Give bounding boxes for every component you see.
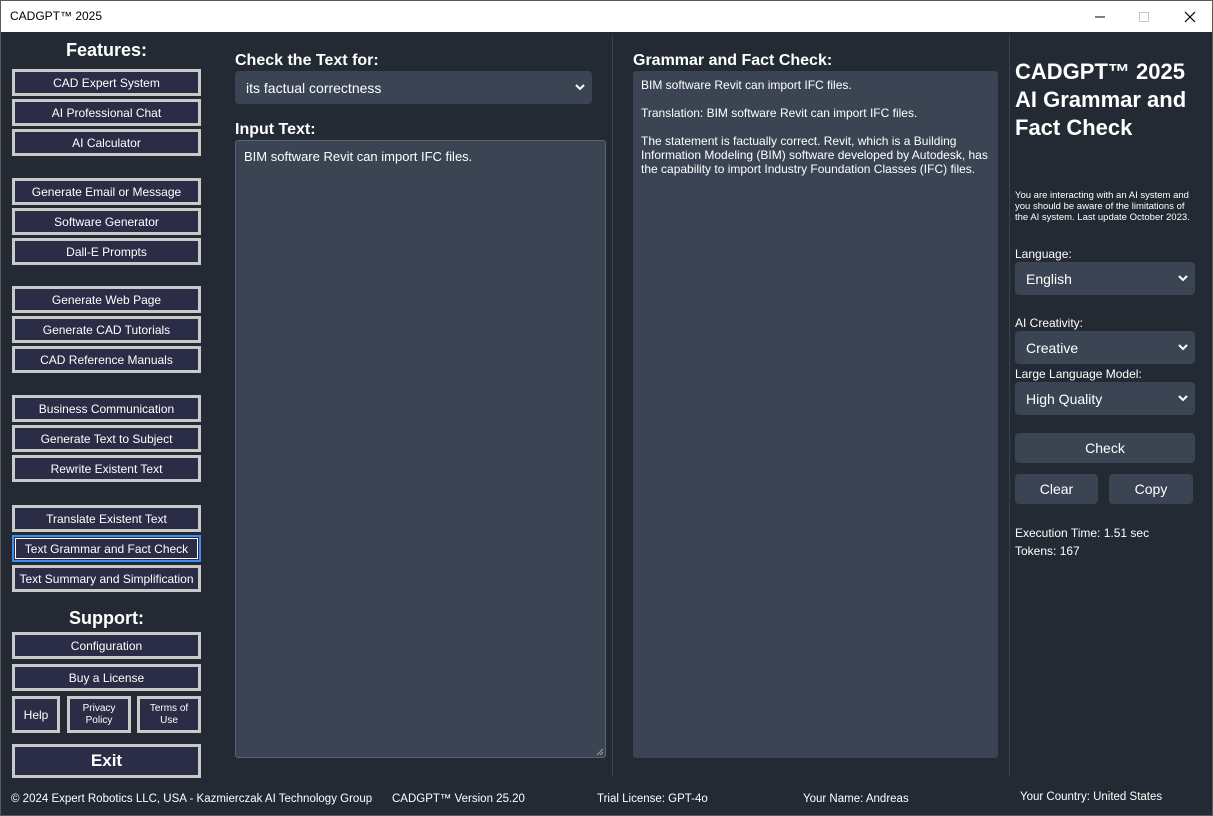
nav-dalle-prompts[interactable]: Dall-E Prompts [12,238,201,265]
check-for-value: its factual correctness [246,79,382,96]
country-text: Your Country: United States [1020,791,1163,803]
user-name-text: Your Name: Andreas [803,793,909,805]
model-value: High Quality [1026,390,1103,407]
minimize-icon [1095,16,1105,17]
nav-cad-expert-system[interactable]: CAD Expert System [12,69,201,96]
output-label: Grammar and Fact Check: [633,52,833,69]
copy-button[interactable]: Copy [1109,474,1193,504]
nav-software-generator[interactable]: Software Generator [12,208,201,235]
close-button[interactable] [1167,1,1213,32]
minimize-button[interactable] [1077,1,1123,32]
nav-generate-email[interactable]: Generate Email or Message [12,178,201,205]
app-title-text: CADGPT™ 2025 AI Grammar and Fact Check [1015,59,1187,140]
check-button[interactable]: Check [1015,433,1195,463]
version-text: CADGPT™ Version 25.20 [392,793,525,805]
resize-grip-icon[interactable] [596,748,604,756]
app-window: CADGPT™ 2025 Features: CAD Expert System… [0,0,1213,816]
nav-generate-text-to-subject[interactable]: Generate Text to Subject [12,425,201,452]
nav-rewrite-existent-text[interactable]: Rewrite Existent Text [12,455,201,482]
input-text-label: Input Text: [235,121,316,138]
settings-divider [1009,35,1010,777]
privacy-policy-button[interactable]: Privacy Policy [67,696,131,733]
license-text: Trial License: GPT-4o [597,793,708,805]
execution-time: Execution Time: 1.51 sec [1015,526,1150,540]
nav-business-communication[interactable]: Business Communication [12,395,201,422]
token-count: Tokens: 167 [1015,544,1080,558]
nav-cad-reference-manuals[interactable]: CAD Reference Manuals [12,346,201,373]
output-paragraph: The statement is factually correct. Revi… [641,134,992,176]
check-for-select[interactable]: its factual correctness [235,71,592,104]
maximize-icon [1139,11,1149,22]
creativity-value: Creative [1026,339,1079,356]
nav-text-summary[interactable]: Text Summary and Simplification [12,565,201,592]
nav-ai-professional-chat[interactable]: AI Professional Chat [12,99,201,126]
input-text-value: BIM software Revit can import IFC files. [244,149,473,164]
model-label: Large Language Model: [1015,367,1142,381]
chevron-down-icon [1178,344,1188,351]
output-paragraph: Translation: BIM software Revit can impo… [641,106,918,120]
language-label: Language: [1015,247,1072,261]
features-heading: Features: [65,40,148,60]
panel-divider [612,35,613,777]
buy-license-button[interactable]: Buy a License [12,664,201,691]
chevron-down-icon [1178,395,1188,402]
clear-button[interactable]: Clear [1015,474,1098,504]
title-bar: CADGPT™ 2025 [1,1,1212,32]
nav-generate-web-page[interactable]: Generate Web Page [12,286,201,313]
language-value: English [1026,270,1072,287]
ai-notice: You are interacting with an AI system an… [1015,190,1190,223]
check-for-label: Check the Text for: [235,52,379,69]
input-text-area[interactable]: BIM software Revit can import IFC files. [235,140,606,758]
chevron-down-icon [575,84,585,91]
close-icon [1184,11,1196,22]
sidebar: Features: CAD Expert System AI Professio… [1,32,212,784]
terms-of-use-button[interactable]: Terms of Use [137,696,201,733]
nav-generate-cad-tutorials[interactable]: Generate CAD Tutorials [12,316,201,343]
creativity-label: AI Creativity: [1015,316,1084,330]
output-paragraph: BIM software Revit can import IFC files. [641,78,852,92]
help-button[interactable]: Help [12,696,60,733]
output-text-area[interactable]: BIM software Revit can import IFC files.… [633,71,998,758]
exit-button[interactable]: Exit [12,744,201,778]
model-select[interactable]: High Quality [1015,382,1195,415]
window-title: CADGPT™ 2025 [10,9,103,23]
language-select[interactable]: English [1015,262,1195,295]
chevron-down-icon [1178,275,1188,282]
configuration-button[interactable]: Configuration [12,632,201,659]
creativity-select[interactable]: Creative [1015,331,1195,364]
support-heading: Support: [69,608,144,628]
maximize-button[interactable] [1121,1,1167,32]
nav-ai-calculator[interactable]: AI Calculator [12,129,201,156]
nav-translate-existent-text[interactable]: Translate Existent Text [12,505,201,532]
nav-text-grammar-fact-check[interactable]: Text Grammar and Fact Check [12,535,201,562]
copyright-text: © 2024 Expert Robotics LLC, USA - Kazmie… [11,793,373,805]
app-title: CADGPT™ 2025 AI Grammar and Fact Check [1015,58,1205,142]
